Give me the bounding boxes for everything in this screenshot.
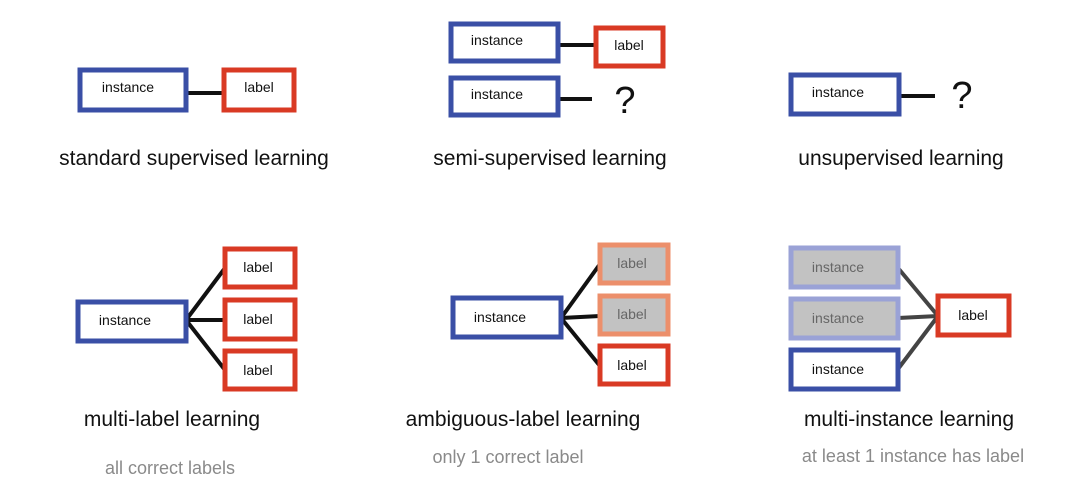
instance-box-text: instance <box>474 309 526 325</box>
panel-semi-supervised: instance label instance ? semi-supervise… <box>433 21 667 170</box>
instance-box-text: instance <box>99 312 151 328</box>
label-box-text: label <box>617 357 647 373</box>
panel-subtitle: all correct labels <box>105 458 235 478</box>
panel-multi-label: instance label label label multi-label l… <box>75 246 298 478</box>
label-box-text: label <box>617 255 647 271</box>
connector-line <box>184 266 227 322</box>
connector-line <box>559 316 602 368</box>
instance-box-text: instance <box>471 86 523 102</box>
instance-box-text: instance <box>812 361 864 377</box>
panel-title: ambiguous-label learning <box>406 408 641 431</box>
panel-title: semi-supervised learning <box>433 147 666 170</box>
instance-box-text: instance <box>812 84 864 100</box>
connector-line <box>897 314 939 320</box>
panel-standard-supervised: instance label standard supervised learn… <box>59 67 329 170</box>
label-box-text: label <box>244 79 274 95</box>
panel-title: unsupervised learning <box>798 147 1003 170</box>
instance-box-text: instance <box>812 310 864 326</box>
instance-box-text: instance <box>102 79 154 95</box>
panel-subtitle: only 1 correct label <box>432 447 583 467</box>
connector-line <box>559 262 602 320</box>
instance-box-text: instance <box>812 259 864 275</box>
connector-line <box>896 266 940 318</box>
panel-title: standard supervised learning <box>59 147 329 170</box>
unknown-label-mark: ? <box>951 75 972 117</box>
label-box-text: label <box>617 306 647 322</box>
instance-box-text: instance <box>471 32 523 48</box>
label-box-text: label <box>958 307 988 323</box>
connector-line <box>560 314 601 320</box>
label-box-text: label <box>243 362 273 378</box>
label-box-text: label <box>243 259 273 275</box>
panel-title: multi-instance learning <box>804 408 1014 431</box>
learning-paradigms-diagram: instance label standard supervised learn… <box>59 21 1024 478</box>
panel-multi-instance: instance instance instance label multi-i… <box>788 245 1024 466</box>
panel-unsupervised: instance ? unsupervised learning <box>788 72 1004 170</box>
label-box-text: label <box>243 311 273 327</box>
panel-title: multi-label learning <box>84 408 260 431</box>
unknown-label-mark: ? <box>614 80 635 122</box>
label-box-text: label <box>614 37 644 53</box>
connector-line <box>184 318 227 372</box>
panel-subtitle: at least 1 instance has label <box>802 446 1024 466</box>
panel-ambiguous-label: instance label label label ambiguous-lab… <box>406 242 671 467</box>
connector-line <box>896 314 940 371</box>
